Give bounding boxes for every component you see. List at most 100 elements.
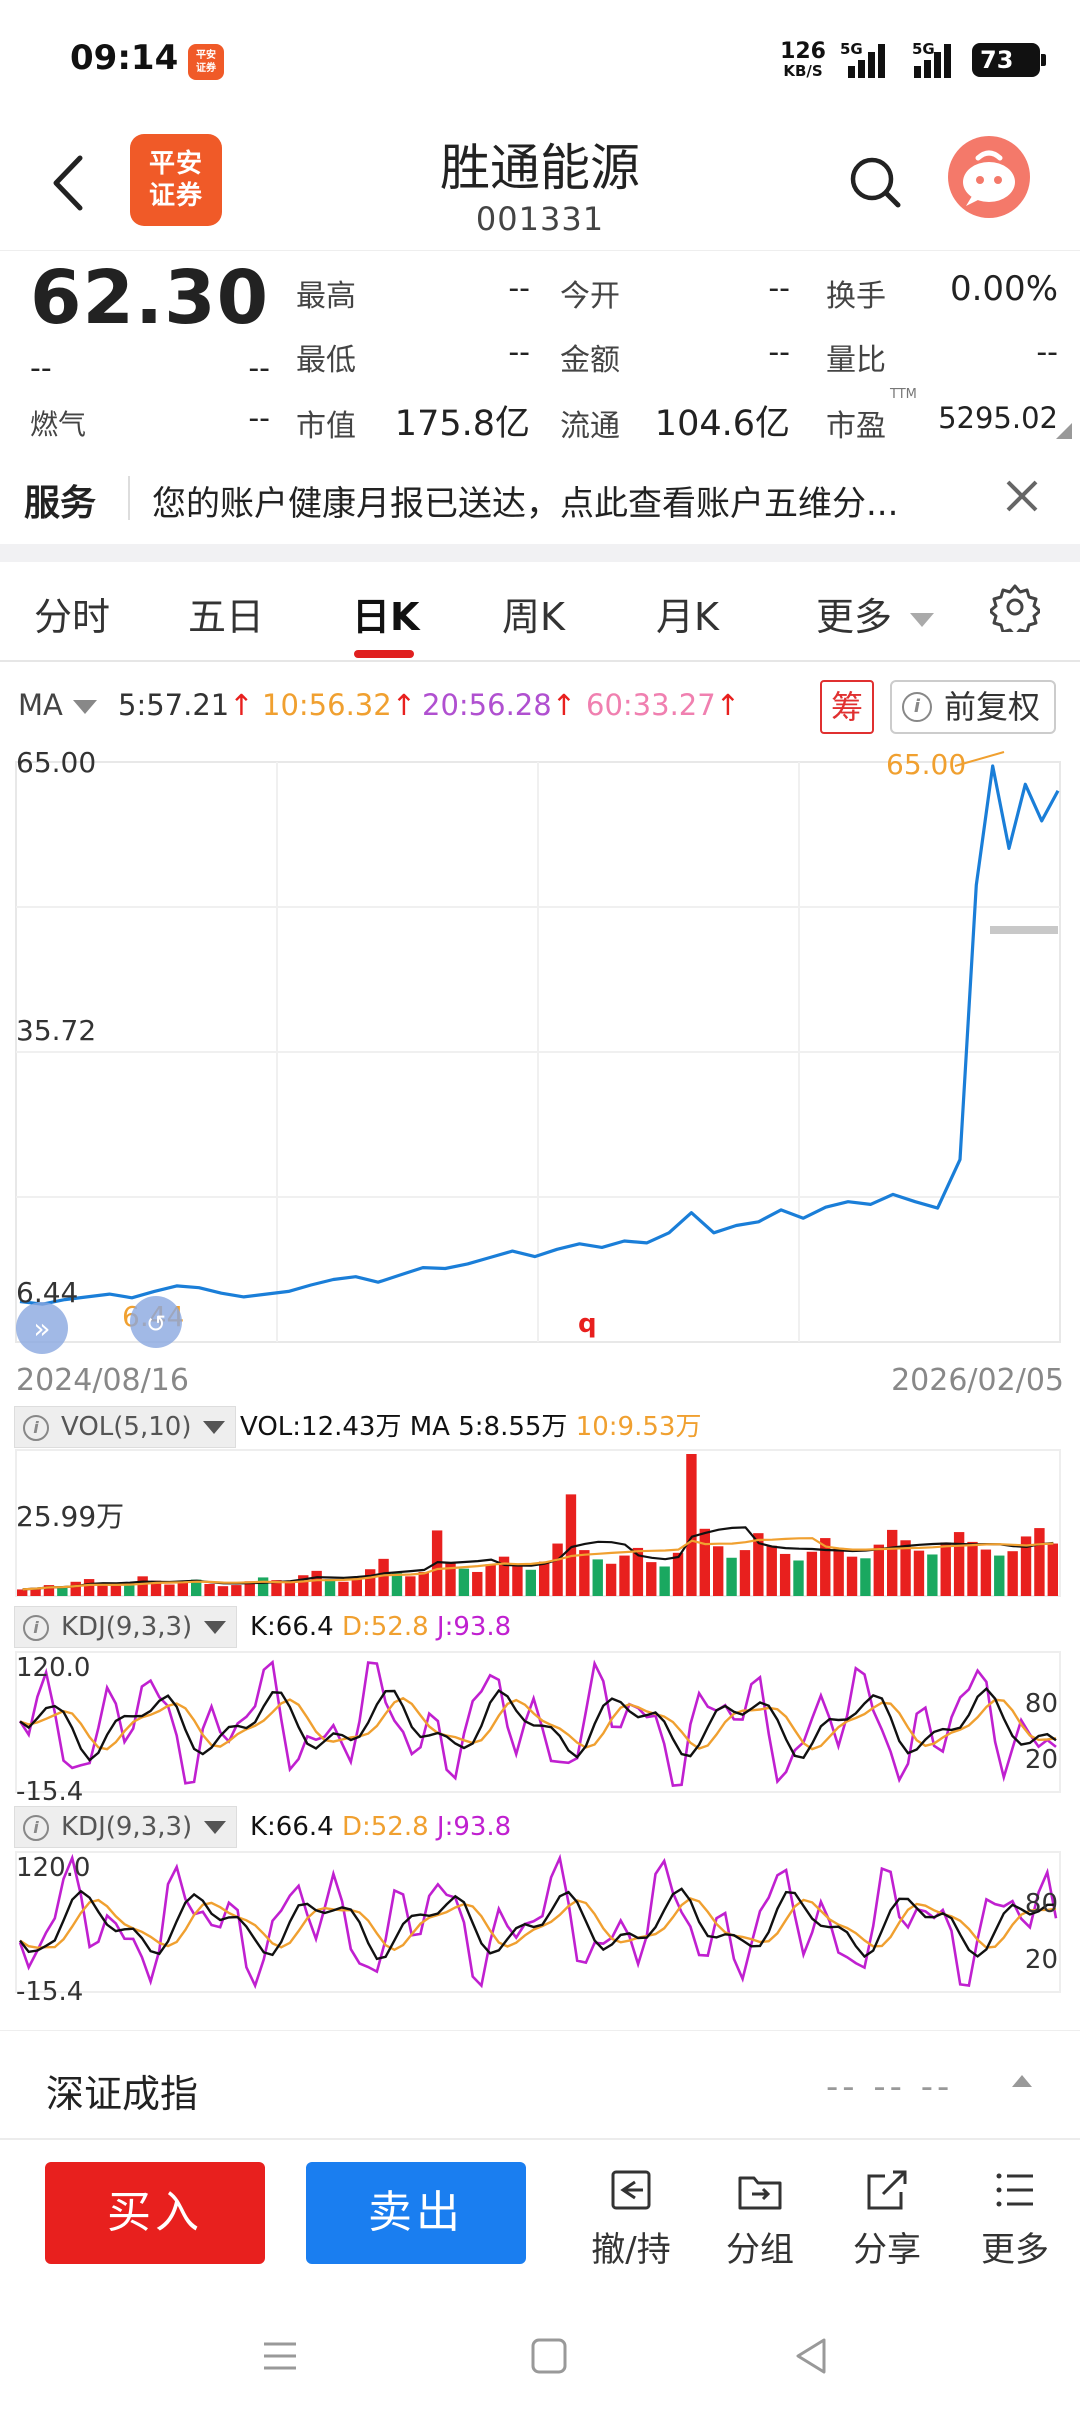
- amount-label: 金额: [560, 343, 620, 378]
- kdj-line: [19, 1887, 1057, 1961]
- sector-label: 燃气: [30, 408, 87, 441]
- last-price: 62.30: [30, 255, 270, 341]
- market-index-bar[interactable]: 深证成指 -- -- --: [0, 2030, 1080, 2138]
- volume-bar: [1034, 1528, 1045, 1596]
- kdj-j-1: J:93.8: [436, 1612, 512, 1642]
- price-line: [19, 764, 1060, 1306]
- service-divider: [128, 476, 130, 520]
- index-name: 深证成指: [46, 2072, 199, 2116]
- more-button[interactable]: 更多: [960, 2164, 1070, 2271]
- ma-selector[interactable]: MA: [18, 688, 97, 722]
- cancel-hold-button[interactable]: 撤/持: [576, 2164, 686, 2271]
- reset-view-button: [130, 1296, 182, 1348]
- kdj-selector-2[interactable]: i KDJ(9,3,3): [14, 1806, 238, 1848]
- kdj-axis-bottom-label: -15.4: [16, 1777, 83, 1807]
- volume-bar: [351, 1577, 362, 1596]
- volume-bar: [927, 1554, 938, 1596]
- kdj-line: [19, 1696, 1057, 1751]
- tab-daily-k[interactable]: 日K: [352, 586, 419, 641]
- kdj-title-1: KDJ(9,3,3): [61, 1612, 193, 1642]
- volume-bar: [164, 1584, 175, 1596]
- expand-corner-icon[interactable]: [1056, 423, 1072, 439]
- chevron-down-icon: [910, 612, 935, 627]
- low-marker-label: 6.44: [122, 1300, 184, 1333]
- chip-distribution-button[interactable]: 筹: [820, 680, 874, 734]
- volume-bar: [1007, 1551, 1018, 1596]
- folder-icon: [738, 2176, 782, 2210]
- adjust-mode-button[interactable]: i 前复权: [890, 680, 1056, 734]
- sector-value: --: [248, 401, 270, 436]
- adjust-mode-label: 前复权: [944, 688, 1041, 726]
- volume-bar: [30, 1587, 41, 1596]
- volume-bar: [445, 1562, 456, 1596]
- buy-button[interactable]: 买入: [45, 2162, 265, 2264]
- kdj-line: [19, 1686, 1057, 1762]
- share-button[interactable]: 分享: [832, 2164, 942, 2271]
- pe-ttm-label: TTM: [890, 387, 917, 402]
- tab-five-day[interactable]: 五日: [188, 586, 264, 641]
- volume-ratio-label: 量比: [826, 343, 886, 378]
- kdj-frame: [15, 1651, 1061, 1793]
- volume-bar: [324, 1579, 336, 1596]
- market-cap-value: 175.8亿: [394, 404, 530, 444]
- volume-bar: [271, 1580, 282, 1596]
- high-value: --: [508, 271, 530, 306]
- triangle-down-icon: [203, 1421, 226, 1434]
- ma20-value: 20:56.28↑: [422, 688, 576, 722]
- volume-bar: [672, 1552, 684, 1596]
- sell-button[interactable]: 卖出: [306, 2162, 526, 2264]
- kdj-selector-1[interactable]: i KDJ(9,3,3): [14, 1606, 238, 1648]
- info-icon: i: [902, 692, 932, 722]
- vol-selector[interactable]: i VOL(5,10): [14, 1406, 237, 1448]
- chart-settings-button[interactable]: [988, 582, 1042, 638]
- volume-bar: [177, 1582, 188, 1596]
- volume-bar: [284, 1582, 296, 1596]
- vol-ma10: 10:9.53万: [575, 1412, 702, 1442]
- group-label: 分组: [726, 2230, 794, 2270]
- service-banner[interactable]: 服务 您的账户健康月报已送达，点此查看账户五维分...: [0, 452, 1080, 544]
- tab-weekly-k[interactable]: 周K: [502, 586, 565, 641]
- stock-code: 001331: [475, 200, 605, 238]
- volume-bar: [753, 1533, 764, 1596]
- kdj-axis-bottom-label: -15.4: [16, 1977, 83, 2007]
- volume-bar: [204, 1583, 215, 1596]
- ma10-value: 10:56.32↑: [262, 688, 416, 722]
- nav-menu-icon[interactable]: [258, 2334, 302, 2378]
- more-label: 更多: [981, 2230, 1049, 2270]
- tab-more[interactable]: 更多: [816, 586, 935, 641]
- search-button[interactable]: [845, 152, 905, 212]
- volume-bar: [953, 1532, 965, 1596]
- volume-ratio-value: --: [1036, 335, 1058, 370]
- expand-up-icon[interactable]: [1012, 2075, 1032, 2087]
- volume-bar: [391, 1573, 403, 1596]
- close-banner-button[interactable]: [1000, 474, 1044, 518]
- kdj-values-1: K:66.4 D:52.8 J:93.8: [250, 1606, 511, 1648]
- kdj-line: [18, 1659, 1057, 1788]
- assistant-avatar[interactable]: [948, 136, 1030, 218]
- volume-bar: [431, 1530, 443, 1596]
- kdj-k-1: K:66.4: [250, 1612, 334, 1642]
- nav-home-icon[interactable]: [527, 2334, 571, 2378]
- ma60-text: 60:33.27: [586, 688, 716, 722]
- service-tag: 服务: [24, 483, 97, 524]
- tab-intraday[interactable]: 分时: [34, 586, 110, 641]
- ma-selector-label: MA: [18, 688, 63, 722]
- group-button[interactable]: 分组: [705, 2164, 815, 2271]
- vol-current: VOL:12.43万: [240, 1412, 402, 1442]
- nav-back-icon[interactable]: [790, 2334, 834, 2378]
- index-values: -- -- --: [826, 2067, 954, 2107]
- volume-bar: [793, 1560, 804, 1596]
- volume-bar: [418, 1571, 429, 1596]
- network-speed: 126 KB/S: [780, 41, 826, 80]
- high-marker-label: 65.00: [886, 748, 966, 781]
- volume-bar: [83, 1579, 95, 1596]
- kdj-d-2: D:52.8: [341, 1812, 429, 1842]
- volume-bar: [43, 1585, 55, 1596]
- service-message[interactable]: 您的账户健康月报已送达，点此查看账户五维分...: [152, 476, 1002, 525]
- volume-bar: [846, 1556, 858, 1596]
- status-bar: 09:14 平安 证券 126 KB/S 5G 5G 73: [0, 0, 1080, 120]
- tab-monthly-k[interactable]: 月K: [656, 586, 719, 641]
- kdj-ref-low-label: 20: [1025, 1945, 1058, 1975]
- trade-action-bar: 买入 卖出 撤/持 分组 分享 更多: [0, 2138, 1080, 2298]
- ma60-value: 60:33.27↑: [586, 688, 740, 722]
